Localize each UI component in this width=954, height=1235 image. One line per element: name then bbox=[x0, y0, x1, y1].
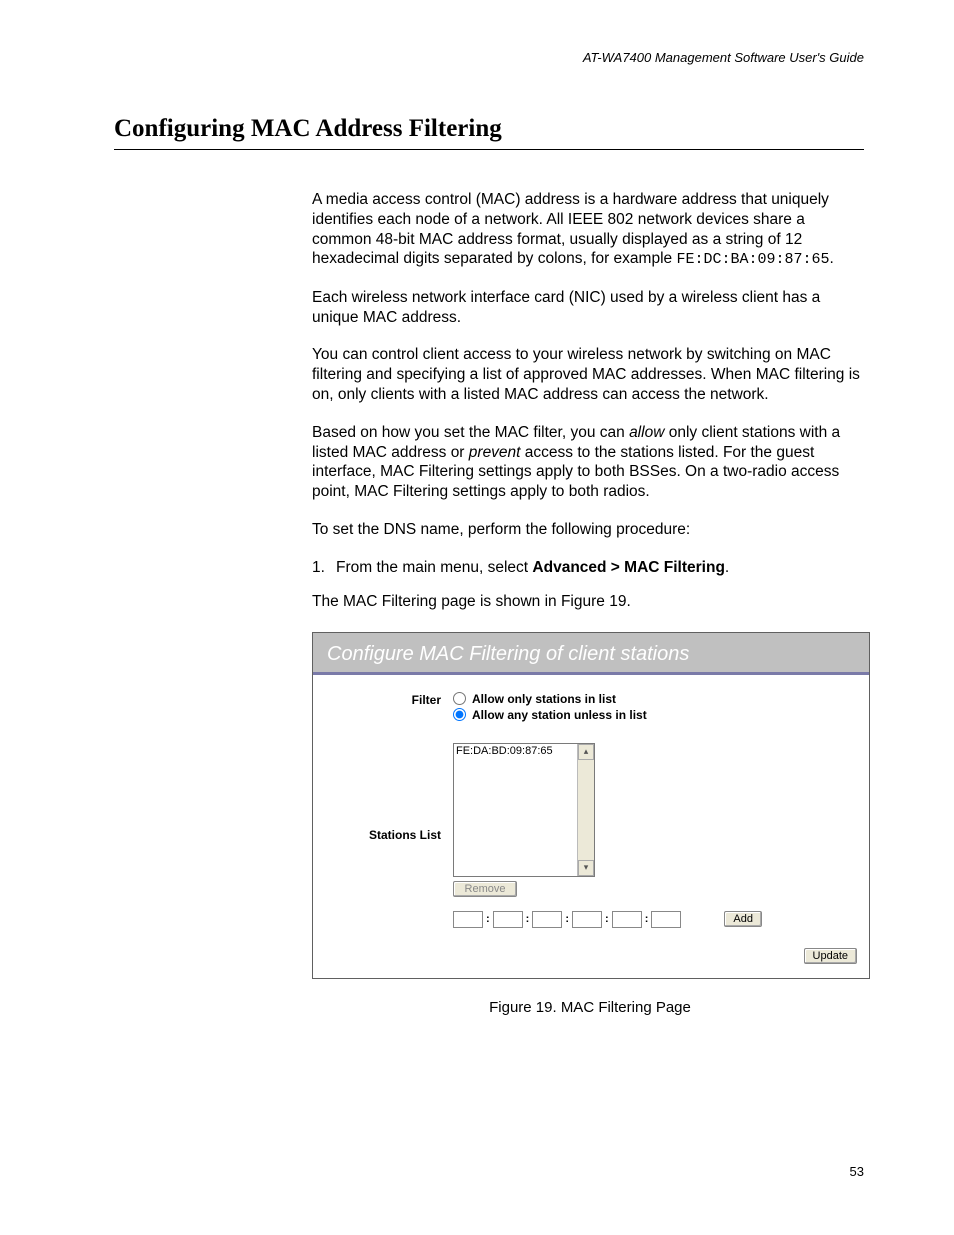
mac-octet-2[interactable] bbox=[493, 911, 523, 928]
scroll-thumb[interactable] bbox=[578, 760, 594, 860]
scroll-down-icon[interactable]: ▾ bbox=[578, 860, 594, 876]
mac-sep: : bbox=[486, 913, 490, 925]
filter-label: Filter bbox=[325, 691, 453, 707]
update-button[interactable]: Update bbox=[804, 948, 857, 964]
mac-octet-6[interactable] bbox=[651, 911, 681, 928]
radio-allow-any[interactable]: Allow any station unless in list bbox=[453, 707, 857, 723]
figure-caption: Figure 19. MAC Filtering Page bbox=[312, 999, 868, 1016]
paragraph-5: To set the DNS name, perform the followi… bbox=[312, 520, 864, 540]
paragraph-2: Each wireless network interface card (NI… bbox=[312, 288, 864, 328]
stations-listbox[interactable]: FE:DA:BD:09:87:65 ▴ ▾ bbox=[453, 743, 595, 877]
stations-list-label: Stations List bbox=[325, 828, 453, 842]
mac-octet-3[interactable] bbox=[532, 911, 562, 928]
header-guide-title: AT-WA7400 Management Software User's Gui… bbox=[114, 50, 864, 65]
figure-screenshot: Configure MAC Filtering of client statio… bbox=[312, 632, 870, 979]
step-1: 1. From the main menu, select Advanced >… bbox=[312, 558, 864, 578]
stations-list-item[interactable]: FE:DA:BD:09:87:65 bbox=[456, 745, 575, 757]
remove-button[interactable]: Remove bbox=[453, 881, 517, 897]
figure-header: Configure MAC Filtering of client statio… bbox=[313, 633, 869, 672]
paragraph-1: A media access control (MAC) address is … bbox=[312, 190, 864, 270]
section-title: Configuring MAC Address Filtering bbox=[114, 115, 864, 145]
radio-allow-only-label: Allow only stations in list bbox=[472, 691, 616, 707]
mac-example: FE:DC:BA:09:87:65 bbox=[676, 251, 829, 268]
step-1-sub: The MAC Filtering page is shown in Figur… bbox=[312, 592, 864, 612]
mac-octet-4[interactable] bbox=[572, 911, 602, 928]
mac-octet-5[interactable] bbox=[612, 911, 642, 928]
title-rule bbox=[114, 149, 864, 150]
radio-allow-any-label: Allow any station unless in list bbox=[472, 707, 647, 723]
mac-sep: : bbox=[526, 913, 530, 925]
mac-sep: : bbox=[565, 913, 569, 925]
radio-allow-only[interactable]: Allow only stations in list bbox=[453, 691, 857, 707]
mac-sep: : bbox=[605, 913, 609, 925]
paragraph-4: Based on how you set the MAC filter, you… bbox=[312, 423, 864, 502]
step-number: 1. bbox=[312, 558, 336, 578]
add-button[interactable]: Add bbox=[724, 911, 762, 927]
page-number: 53 bbox=[850, 1164, 864, 1179]
mac-octet-1[interactable] bbox=[453, 911, 483, 928]
scrollbar[interactable]: ▴ ▾ bbox=[577, 744, 594, 876]
radio-allow-only-input[interactable] bbox=[453, 692, 466, 705]
radio-allow-any-input[interactable] bbox=[453, 708, 466, 721]
mac-input-row: : : : : : Add bbox=[453, 911, 857, 928]
paragraph-3: You can control client access to your wi… bbox=[312, 345, 864, 404]
scroll-up-icon[interactable]: ▴ bbox=[578, 744, 594, 760]
mac-sep: : bbox=[645, 913, 649, 925]
